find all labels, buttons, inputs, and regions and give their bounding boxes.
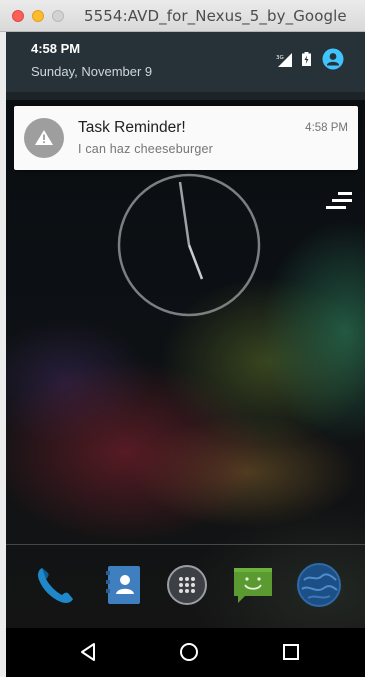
launcher-menu-icon[interactable] xyxy=(326,192,352,210)
hour-hand xyxy=(187,244,204,280)
messaging-icon[interactable] xyxy=(230,562,276,608)
shade-time: 4:58 PM xyxy=(31,41,81,56)
device-screen: 4:58 PM Sunday, November 9 3G Task Remin… xyxy=(6,32,365,677)
shade-date: Sunday, November 9 xyxy=(31,64,153,79)
notification-icon-circle xyxy=(24,118,64,158)
minute-hand xyxy=(178,181,191,246)
user-avatar-icon[interactable] xyxy=(322,48,344,70)
analog-clock-widget[interactable] xyxy=(116,172,262,318)
warning-icon xyxy=(35,130,53,145)
recents-icon[interactable] xyxy=(279,640,303,664)
notification-title: Task Reminder! xyxy=(78,119,186,136)
notification-text: I can haz cheeseburger xyxy=(78,142,214,156)
zoom-window-button[interactable] xyxy=(52,10,64,22)
navigation-bar xyxy=(6,628,365,677)
title-bar: 5554:AVD_for_Nexus_5_by_Google xyxy=(0,0,365,32)
dock-divider xyxy=(6,544,365,545)
app-drawer-icon[interactable] xyxy=(164,562,210,608)
signal-icon: 3G xyxy=(276,53,292,67)
minimize-window-button[interactable] xyxy=(32,10,44,22)
notification-time: 4:58 PM xyxy=(305,122,348,134)
phone-icon[interactable] xyxy=(32,562,78,608)
network-type-label: 3G xyxy=(276,55,284,61)
home-icon[interactable] xyxy=(177,640,201,664)
window-title: 5554:AVD_for_Nexus_5_by_Google xyxy=(84,7,347,25)
battery-icon xyxy=(302,52,311,66)
back-icon[interactable] xyxy=(76,640,100,664)
notification-card[interactable]: Task Reminder! I can haz cheeseburger 4:… xyxy=(14,106,358,170)
notification-shade-header[interactable]: 4:58 PM Sunday, November 9 3G xyxy=(6,32,365,92)
emulator-window: 5554:AVD_for_Nexus_5_by_Google 4:58 PM S… xyxy=(0,0,365,677)
contacts-icon[interactable] xyxy=(100,562,146,608)
shade-divider xyxy=(6,92,365,100)
close-window-button[interactable] xyxy=(12,10,24,22)
browser-icon[interactable] xyxy=(296,562,342,608)
